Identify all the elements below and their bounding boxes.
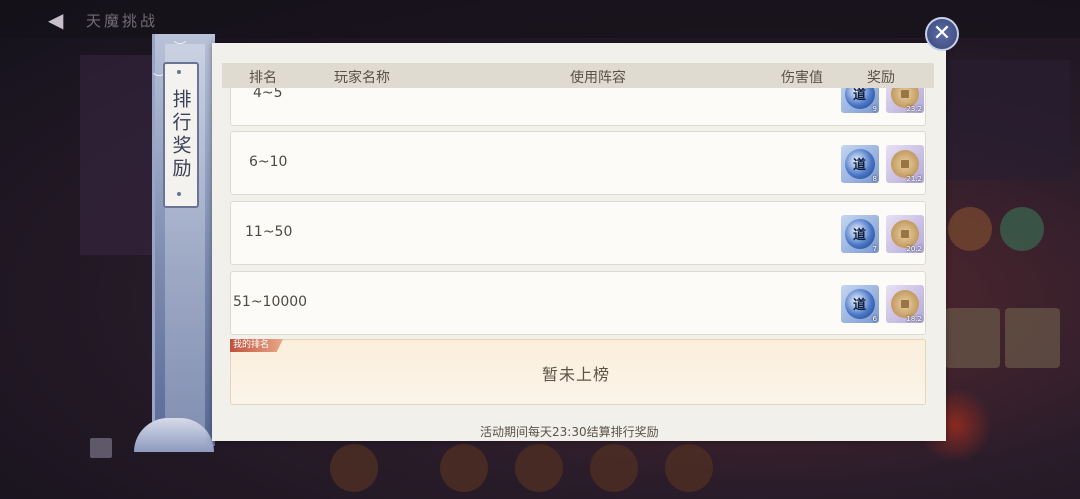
reward-count: 6 [872,315,877,323]
background-bottom-icon [90,438,112,458]
my-rank-tag: 我的排名 [230,339,284,352]
reward-item[interactable]: 道 9 [841,88,879,113]
coin-hole [901,230,909,238]
reward-count: 18.2 [906,315,922,323]
background-character [330,444,378,492]
settlement-note: 活动期间每天23:30结算排行奖励 [480,425,659,439]
background-avatar [948,207,992,251]
rank-range: 6~10 [249,154,288,170]
table-row: 6~10 道 8 21.2 [230,131,926,195]
reward-item[interactable]: 道 8 [841,145,879,183]
table-row: 11~50 道 7 20.2 [230,201,926,265]
background-top-bar [0,0,1080,38]
coin-hole [901,90,909,98]
background-character [665,444,713,492]
tab-rank-rewards-label: 排行奖励 [169,89,192,181]
reward-item[interactable]: 18.2 [886,285,924,323]
background-avatar [1000,207,1044,251]
orb-mark: 道 [853,88,867,103]
reward-count: 9 [872,105,877,113]
rank-range: 51~10000 [233,294,308,310]
list-clip: 4~5 道 9 23.2 [222,88,934,128]
table-row: 51~10000 道 6 18.2 [230,271,926,335]
bird-icon: ︶ [174,40,187,54]
my-rank-status: 暂未上榜 [542,365,611,384]
tab-rank-rewards[interactable]: 排行奖励 [163,62,199,208]
reward-item[interactable]: 道 6 [841,285,879,323]
background-card [1005,308,1060,368]
header-lineup: 使用阵容 [570,70,626,86]
orb-mark: 道 [853,298,867,313]
background-character [590,444,638,492]
header-reward: 奖励 [867,70,895,86]
background-character [440,444,488,492]
reward-count: 21.2 [906,175,922,183]
background-card [945,308,1000,368]
header-rank: 排名 [249,70,277,86]
reward-count: 20.2 [906,245,922,253]
reward-item[interactable]: 道 7 [841,215,879,253]
background-character [515,444,563,492]
reward-item[interactable]: 20.2 [886,215,924,253]
reward-count: 23.2 [906,105,922,113]
coin-hole [901,160,909,168]
reward-count: 8 [872,175,877,183]
dot-icon [177,192,181,196]
back-arrow-icon[interactable]: ◀ [48,8,72,32]
table-row: 4~5 道 9 23.2 [230,88,926,126]
orb-mark: 道 [853,228,867,243]
rank-range: 11~50 [245,224,293,240]
reward-count: 7 [872,245,877,253]
close-icon[interactable]: ✕ [925,17,959,51]
background-left-menu [80,55,158,255]
dot-icon [177,70,181,74]
rank-range: 4~5 [253,88,283,101]
reward-item[interactable]: 21.2 [886,145,924,183]
header-player: 玩家名称 [334,70,390,86]
orb-mark: 道 [853,158,867,173]
background-title: 天魔挑战 [86,12,159,30]
header-damage: 伤害值 [781,70,823,86]
background-right-panel [945,60,1070,180]
coin-hole [901,300,909,308]
reward-item[interactable]: 23.2 [886,88,924,113]
